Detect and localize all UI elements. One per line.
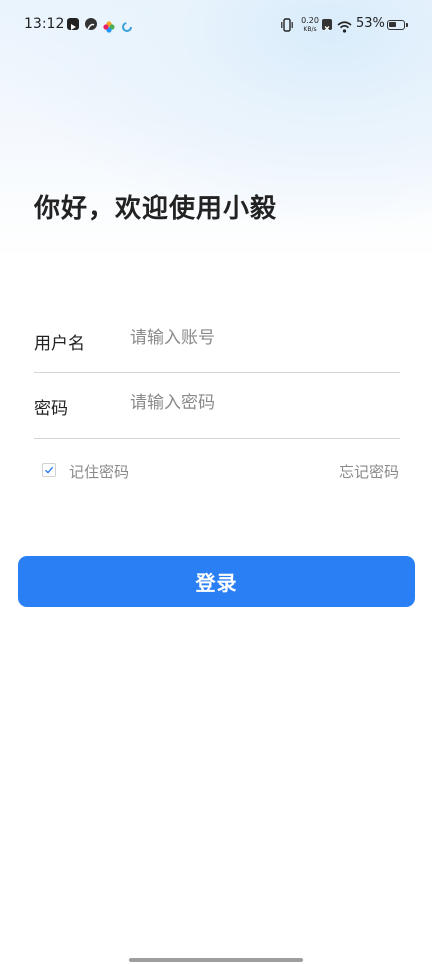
photos-app-icon: [103, 18, 115, 33]
no-sim-icon: [322, 19, 332, 31]
password-row: 密码: [34, 372, 400, 439]
password-input[interactable]: [130, 393, 390, 413]
wifi-icon: [337, 18, 352, 37]
username-row: 用户名: [34, 306, 400, 373]
battery-percent: 53%: [356, 16, 385, 31]
battery-tip: [406, 23, 408, 27]
status-bar: 13:12 0.20 KB/s 53%: [0, 0, 432, 50]
vibrate-icon: [281, 17, 293, 36]
video-app-icon: [67, 18, 79, 30]
remember-checkbox[interactable]: [42, 463, 56, 477]
status-time: 13:12: [24, 16, 65, 32]
battery-icon: [387, 20, 408, 30]
login-button[interactable]: 登录: [18, 556, 415, 607]
username-input[interactable]: [130, 328, 390, 348]
battery-fill: [389, 22, 396, 27]
forgot-password-link[interactable]: 忘记密码: [339, 461, 399, 482]
check-icon: [45, 466, 54, 474]
remember-label: 记住密码: [69, 463, 130, 481]
password-label: 密码: [34, 399, 68, 419]
network-speed-value: 0.20: [301, 16, 319, 25]
username-label: 用户名: [34, 334, 85, 354]
home-indicator[interactable]: [129, 958, 303, 962]
page-title: 你好，欢迎使用小毅: [34, 194, 278, 224]
network-speed: 0.20 KB/s: [298, 16, 322, 34]
music-app-icon: [85, 18, 97, 30]
network-speed-unit: KB/s: [303, 26, 317, 33]
sync-app-icon: [121, 18, 133, 32]
